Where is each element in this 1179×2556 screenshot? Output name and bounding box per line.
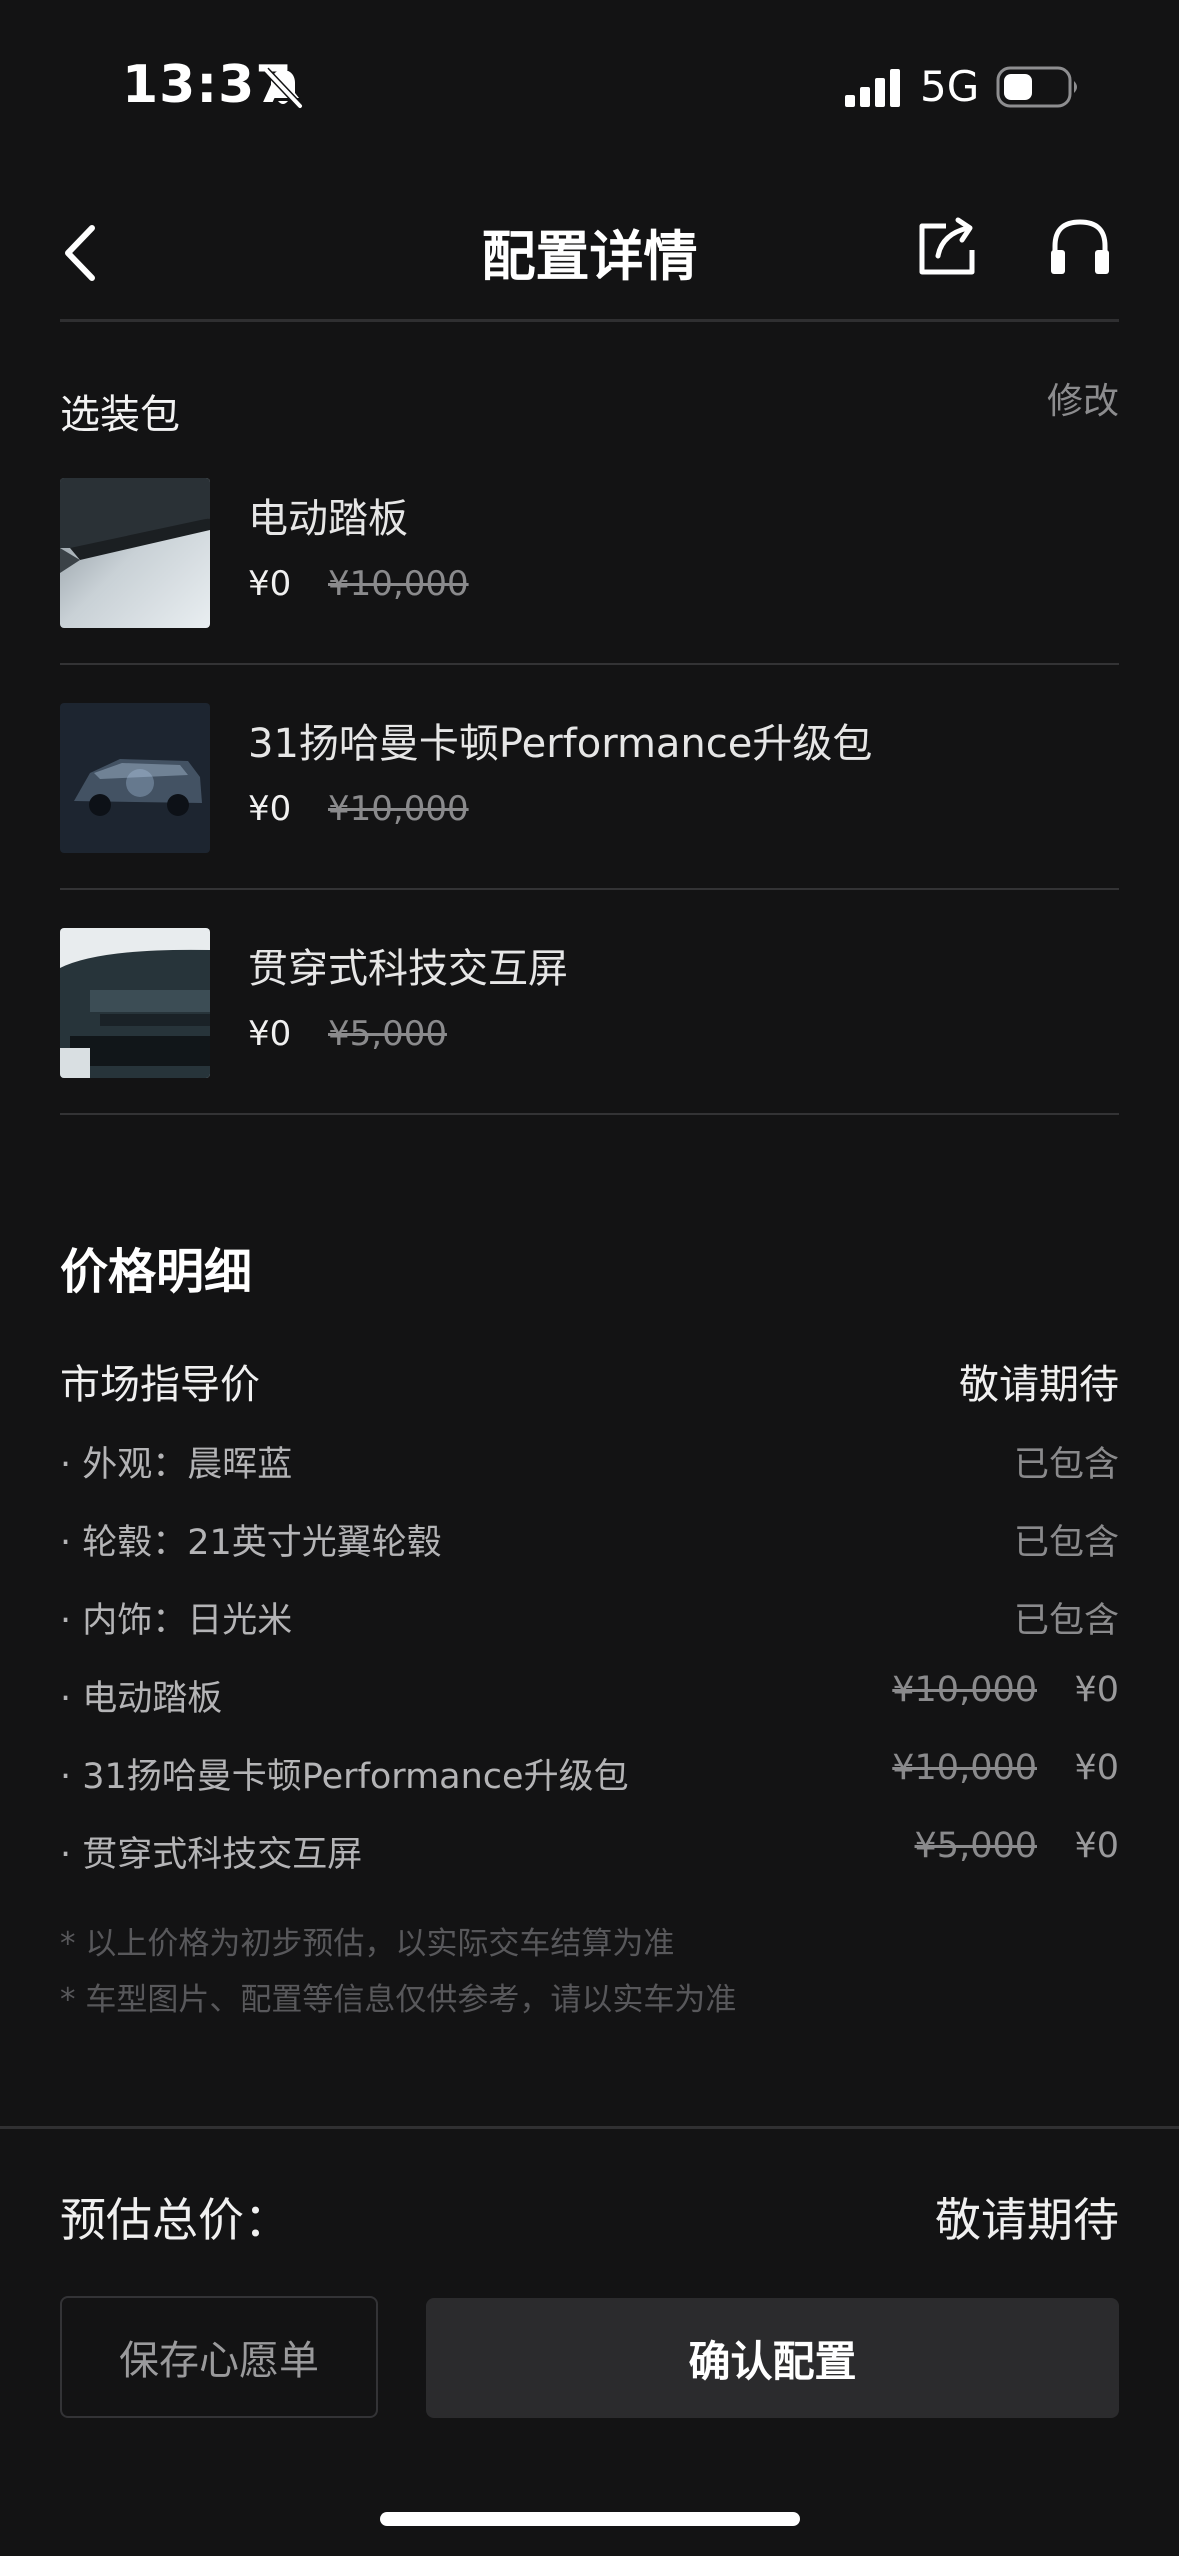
price-row-original-price: ¥10,000 <box>892 1670 1037 1710</box>
price-row-value: 已包含 <box>1013 1523 1119 1563</box>
battery-icon <box>996 66 1077 108</box>
signal-icon <box>845 69 900 107</box>
price-row-value: 已包含 <box>1013 1601 1119 1641</box>
share-icon[interactable] <box>912 212 982 282</box>
price-row-label: · 31扬哈曼卡顿Performance升级包 <box>60 1757 629 1797</box>
price-row-label: · 电动踏板 <box>60 1679 223 1719</box>
status-bar: 13:37 5G <box>0 0 1179 170</box>
home-indicator[interactable] <box>380 2512 800 2526</box>
edit-button[interactable]: 修改 <box>1047 372 1119 424</box>
option-original-price: ¥10,000 <box>328 789 469 829</box>
bottom-divider <box>0 2126 1179 2129</box>
price-note: * 以上价格为初步预估，以实际交车结算为准 <box>60 1926 675 1962</box>
price-details-title: 价格明细 <box>60 1244 253 1300</box>
price-row-exterior: · 外观：晨晖蓝 已包含 <box>60 1436 1119 1496</box>
config-details-screen: 13:37 5G 配置详情 选装包 修改 电动踏板 ¥0 ¥10,000 31扬… <box>0 0 1179 2556</box>
image-note: * 车型图片、配置等信息仅供参考，请以实车为准 <box>60 1982 737 2018</box>
running-board-thumbnail <box>60 478 210 628</box>
option-name: 31扬哈曼卡顿Performance升级包 <box>248 721 873 767</box>
option-original-price: ¥10,000 <box>328 564 469 604</box>
msrp-label: 市场指导价 <box>60 1362 260 1408</box>
interactive-screen-thumbnail <box>60 928 210 1078</box>
option-price: ¥0 <box>248 1014 292 1054</box>
network-label: 5G <box>920 62 980 111</box>
options-section-title: 选装包 <box>60 392 180 438</box>
price-row-price: ¥0 <box>1074 1748 1119 1788</box>
option-item[interactable]: 电动踏板 ¥0 ¥10,000 <box>60 440 1119 665</box>
price-row-running-board: · 电动踏板 ¥10,000 ¥0 <box>60 1670 1119 1730</box>
bell-muted-icon <box>263 67 303 109</box>
msrp-value: 敬请期待 <box>959 1362 1119 1408</box>
price-row-original-price: ¥5,000 <box>914 1826 1037 1866</box>
price-row-label: · 贯穿式科技交互屏 <box>60 1835 363 1875</box>
price-row-label: · 外观：晨晖蓝 <box>60 1445 293 1485</box>
price-row-interior: · 内饰：日光米 已包含 <box>60 1592 1119 1652</box>
price-row-original-price: ¥10,000 <box>892 1748 1037 1788</box>
price-row-label: · 轮毂：21英寸光翼轮毂 <box>60 1523 442 1563</box>
nav-bar: 配置详情 <box>0 190 1179 320</box>
option-price: ¥0 <box>248 564 292 604</box>
price-row-price: ¥0 <box>1074 1826 1119 1866</box>
page-title: 配置详情 <box>481 225 698 288</box>
option-item[interactable]: 贯穿式科技交互屏 ¥0 ¥5,000 <box>60 890 1119 1115</box>
audio-package-thumbnail <box>60 703 210 853</box>
save-wishlist-button[interactable]: 保存心愿单 <box>60 2296 378 2418</box>
option-name: 电动踏板 <box>248 496 408 542</box>
confirm-config-button[interactable]: 确认配置 <box>426 2298 1119 2418</box>
headset-icon[interactable] <box>1045 212 1115 282</box>
option-price: ¥0 <box>248 789 292 829</box>
total-price-value: 敬请期待 <box>935 2193 1119 2247</box>
price-row-audio-package: · 31扬哈曼卡顿Performance升级包 ¥10,000 ¥0 <box>60 1748 1119 1808</box>
price-row-value: 已包含 <box>1013 1445 1119 1485</box>
option-name: 贯穿式科技交互屏 <box>248 946 568 992</box>
price-row-price: ¥0 <box>1074 1670 1119 1710</box>
total-price-label: 预估总价： <box>60 2193 290 2247</box>
price-row-wheels: · 轮毂：21英寸光翼轮毂 已包含 <box>60 1514 1119 1574</box>
nav-divider <box>60 319 1119 322</box>
price-row-interactive-screen: · 贯穿式科技交互屏 ¥5,000 ¥0 <box>60 1826 1119 1886</box>
option-original-price: ¥5,000 <box>328 1014 447 1054</box>
price-row-label: · 内饰：日光米 <box>60 1601 293 1641</box>
option-item[interactable]: 31扬哈曼卡顿Performance升级包 ¥0 ¥10,000 <box>60 665 1119 890</box>
